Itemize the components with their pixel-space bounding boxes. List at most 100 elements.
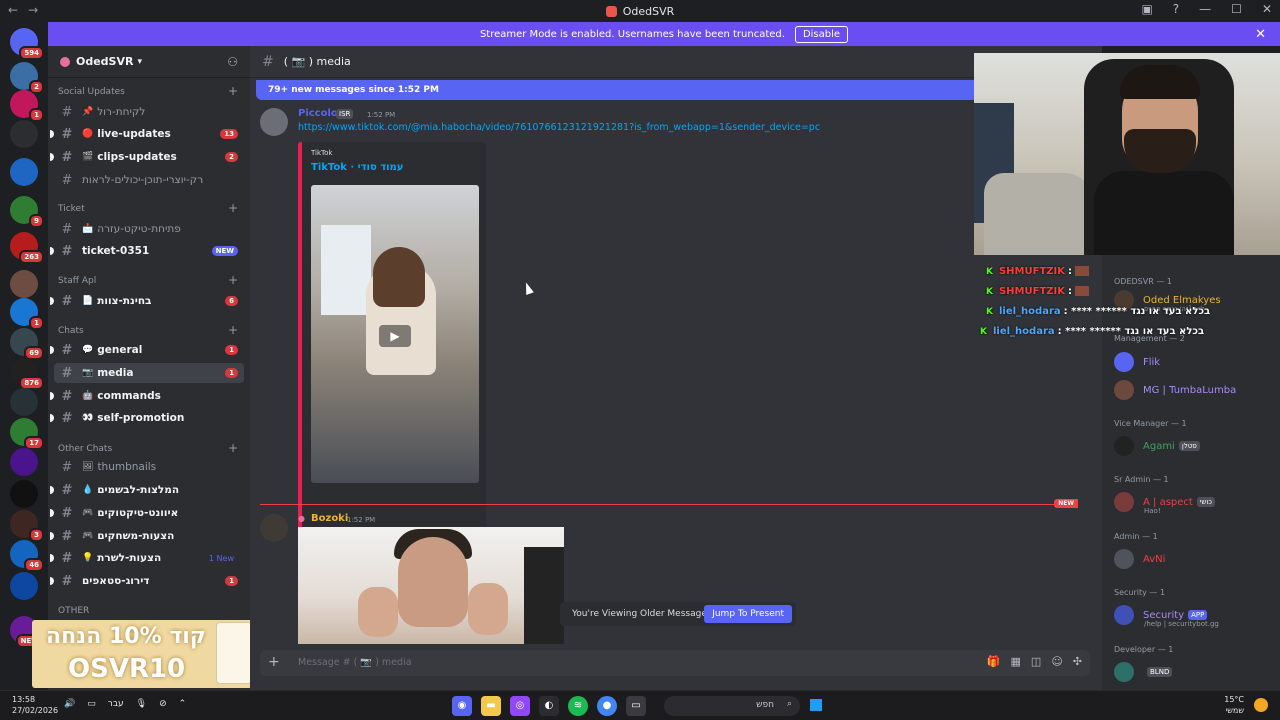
- inbox-icon[interactable]: ▣: [1141, 2, 1152, 16]
- server-icon[interactable]: 594: [10, 28, 44, 60]
- server-icon[interactable]: [10, 158, 38, 186]
- server-icon[interactable]: [10, 270, 38, 298]
- server-icon[interactable]: 1: [10, 298, 44, 330]
- obs-icon[interactable]: ◎: [510, 696, 530, 716]
- member-row[interactable]: A | aspect כושי Hao!: [1114, 489, 1274, 515]
- add-channel-icon[interactable]: +: [228, 323, 238, 337]
- channel-item[interactable]: # 💡 הצעות-לשרת 1 New: [50, 548, 244, 568]
- server-icon[interactable]: 2: [10, 62, 44, 94]
- server-icon[interactable]: 17: [10, 418, 44, 450]
- weather-widget[interactable]: 15°C שמשי: [1224, 694, 1244, 716]
- message-author[interactable]: Bozoki: [311, 513, 348, 524]
- forward-arrow-icon[interactable]: →: [28, 3, 38, 17]
- server-icon[interactable]: 9: [10, 196, 44, 228]
- channel-item[interactable]: # 🔴 live-updates 13: [50, 124, 244, 144]
- window-icon[interactable]: ▭: [626, 696, 646, 716]
- apps-icon[interactable]: ✣: [1073, 655, 1082, 668]
- network-icon[interactable]: ▭: [87, 699, 96, 709]
- back-arrow-icon[interactable]: ←: [8, 3, 18, 17]
- help-icon[interactable]: ?: [1173, 2, 1179, 16]
- guild-header[interactable]: OdedSVR ▾ ⚇: [48, 46, 250, 78]
- windows-start-icon[interactable]: [808, 697, 824, 713]
- message-composer[interactable]: + Message # ( 📷 ) media 🎁 ▦ ◫ ☺ ✣: [260, 650, 1090, 676]
- member-row[interactable]: MG | TumbaLumba: [1114, 377, 1274, 403]
- channel-item[interactable]: # ticket-0351 NEW: [50, 241, 244, 261]
- add-channel-icon[interactable]: +: [228, 441, 238, 455]
- server-icon[interactable]: 1: [10, 90, 44, 122]
- channel-item[interactable]: # 📄 בחינת-צוות 6: [50, 291, 244, 311]
- channel-item[interactable]: # 🤖 commands: [50, 386, 244, 406]
- category-header[interactable]: Other Chats: [58, 444, 112, 454]
- channel-item[interactable]: # 📷 media 1: [54, 363, 244, 383]
- new-messages-bar[interactable]: 79+ new messages since 1:52 PM: [256, 80, 978, 100]
- server-icon[interactable]: 263: [10, 232, 44, 264]
- chevron-up-icon[interactable]: ⌃: [179, 699, 187, 709]
- add-channel-icon[interactable]: +: [228, 273, 238, 287]
- server-icon[interactable]: [10, 388, 38, 416]
- play-icon[interactable]: ▶: [379, 325, 411, 347]
- avatar[interactable]: [260, 108, 288, 136]
- emoji-icon[interactable]: ☺: [1051, 655, 1062, 668]
- member-row[interactable]: Agami סטלן: [1114, 433, 1274, 459]
- add-person-icon[interactable]: ⚇: [227, 55, 238, 69]
- language-indicator[interactable]: עבר: [108, 699, 124, 709]
- message-author[interactable]: Piccolo: [298, 108, 338, 119]
- spotify-icon[interactable]: ≋: [568, 696, 588, 716]
- server-icon[interactable]: [10, 120, 38, 148]
- server-icon[interactable]: 3: [10, 510, 44, 542]
- add-channel-icon[interactable]: +: [228, 84, 238, 98]
- server-icon[interactable]: 69: [10, 328, 44, 360]
- jump-to-present-button[interactable]: Jump To Present: [704, 605, 792, 623]
- member-row[interactable]: BLND: [1114, 659, 1274, 685]
- message-image[interactable]: [298, 527, 564, 644]
- server-icon[interactable]: [10, 480, 38, 508]
- category-header[interactable]: Staff Apl: [58, 276, 96, 286]
- maximize-icon[interactable]: ☐: [1231, 2, 1242, 16]
- close-banner-icon[interactable]: ✕: [1255, 27, 1266, 42]
- category-header[interactable]: Chats: [58, 326, 84, 336]
- category-header[interactable]: OTHER: [58, 606, 89, 616]
- embed-video-thumbnail[interactable]: ▶: [311, 185, 479, 483]
- close-window-icon[interactable]: ✕: [1262, 2, 1272, 16]
- add-channel-icon[interactable]: +: [228, 201, 238, 215]
- add-attachment-icon[interactable]: +: [268, 654, 280, 670]
- volume-icon[interactable]: 🔊: [64, 699, 75, 709]
- sticker-icon[interactable]: ◫: [1031, 655, 1041, 668]
- channel-item[interactable]: # רק-יוצרי-תוכן-יכולים-לראות: [54, 170, 244, 190]
- gift-icon[interactable]: 🎁: [987, 655, 1001, 668]
- minimize-icon[interactable]: —: [1199, 2, 1211, 16]
- server-icon[interactable]: 46: [10, 540, 44, 572]
- channel-item[interactable]: # 🎮 הצעות-משחקים: [50, 526, 244, 546]
- channel-item[interactable]: # 🎮 איוונט-טיקטוקים: [50, 503, 244, 523]
- channel-item[interactable]: # דירוג-סטאפים 1: [50, 571, 244, 591]
- gif-icon[interactable]: ▦: [1011, 655, 1021, 668]
- file-explorer-icon[interactable]: ▬: [481, 696, 501, 716]
- channel-item[interactable]: # 👀 self-promotion: [50, 408, 244, 428]
- channel-item[interactable]: # 💬 general 1: [50, 340, 244, 360]
- channel-item[interactable]: # 🎬 clips-updates 2: [50, 147, 244, 167]
- server-icon[interactable]: 876: [10, 358, 44, 390]
- category-header[interactable]: Ticket: [58, 204, 85, 214]
- server-icon[interactable]: [10, 448, 38, 476]
- member-row[interactable]: Flik: [1114, 349, 1274, 375]
- embed-title[interactable]: TikTok · עמוד סודי: [311, 162, 403, 173]
- server-icon[interactable]: [10, 572, 38, 600]
- clock[interactable]: 13:58 27/02/2026: [12, 694, 58, 716]
- category-header[interactable]: Social Updates: [58, 87, 125, 97]
- microphone-icon[interactable]: 🎙: [136, 699, 147, 709]
- chrome-icon[interactable]: ●: [597, 696, 617, 716]
- composer-placeholder[interactable]: Message # ( 📷 ) media: [298, 657, 412, 668]
- app-icon[interactable]: ◐: [539, 696, 559, 716]
- channel-item[interactable]: # 🖼 thumbnails: [54, 457, 244, 477]
- notifications-muted-icon[interactable]: ⊘: [159, 699, 167, 709]
- tiktok-link[interactable]: https://www.tiktok.com/@mia.habocha/vide…: [298, 122, 820, 133]
- channel-item[interactable]: # 📌 לקיחת-רול: [54, 102, 244, 122]
- channel-item[interactable]: # 📩 פתיחת-טיקט-עזרה: [54, 219, 244, 239]
- member-row[interactable]: AvNi: [1114, 546, 1274, 572]
- discord-taskbar-icon[interactable]: ◉: [452, 696, 472, 716]
- avatar[interactable]: [260, 514, 288, 542]
- taskbar-search[interactable]: חפש ⌕: [664, 696, 800, 716]
- channel-item[interactable]: # 💧 המלצות-לבשמים: [50, 480, 244, 500]
- disable-streamer-mode-button[interactable]: Disable: [794, 25, 849, 43]
- member-row[interactable]: Security APP/help | securitybot.gg: [1114, 602, 1274, 628]
